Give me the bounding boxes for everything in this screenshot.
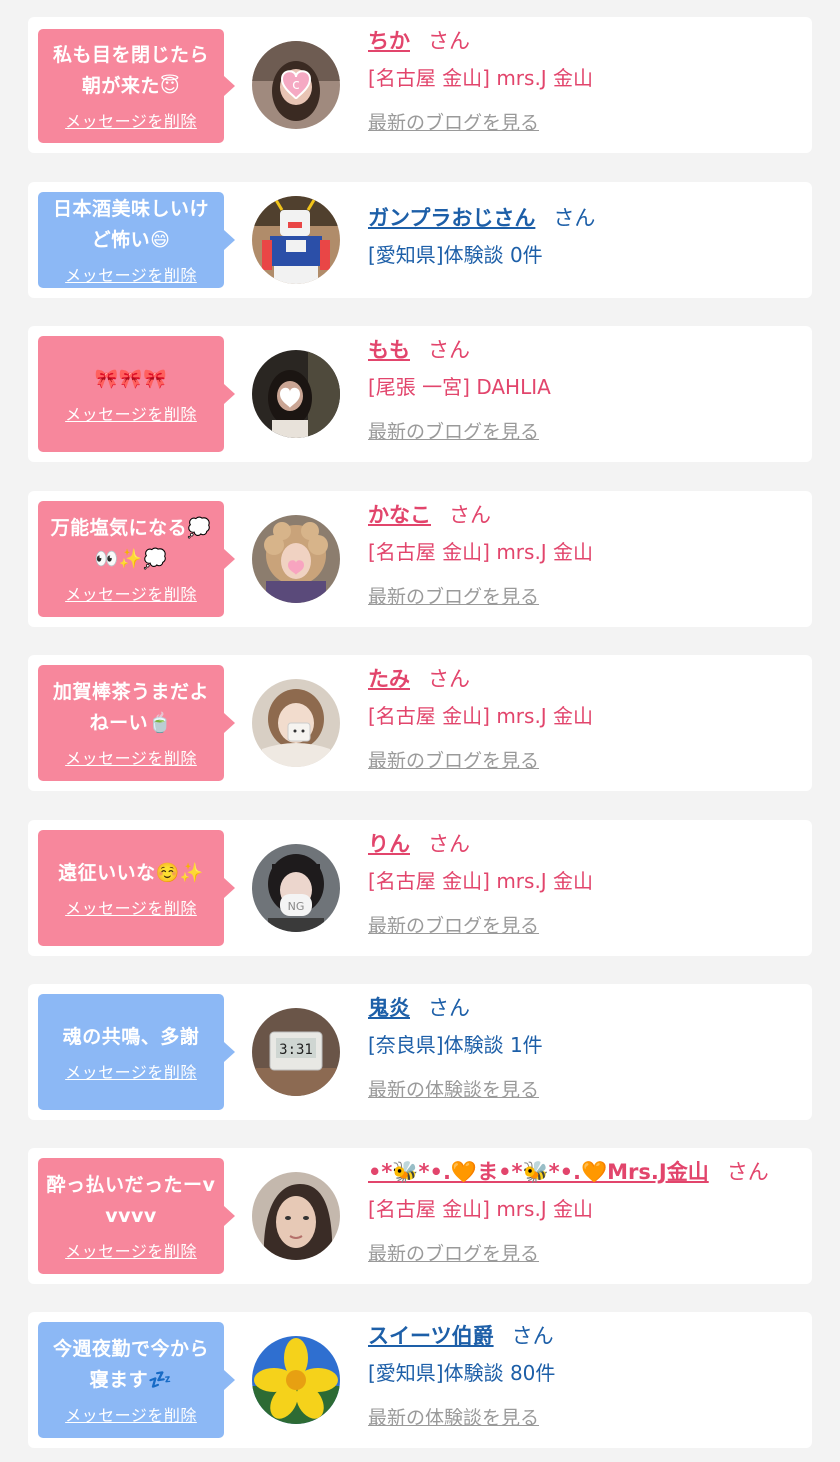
user-info: もも さん [尾張 一宮] DAHLIA 最新のブログを見る [368,336,802,445]
delete-message-button[interactable]: メッセージを削除 [65,581,197,605]
avatar[interactable]: c [252,41,340,129]
honorific: さん [553,206,596,230]
message-text: 🎀🎀🎀 [94,367,168,390]
message-text: 魂の共鳴、多謝 [62,1025,200,1048]
avatar[interactable] [252,679,340,767]
user-info: 鬼炎 さん [奈良県]体験談 1件 最新の体験談を見る [368,994,802,1103]
latest-link[interactable]: 最新のブログを見る [368,584,539,610]
honorific: さん [726,1160,769,1184]
user-name-link[interactable]: かなこ [368,503,431,527]
latest-link[interactable]: 最新のブログを見る [368,419,539,445]
user-name-link[interactable]: ちか [368,29,410,53]
message-card: 遠征いいな☺️✨ メッセージを削除 NG りん さん [名古屋 金山] mrs.J… [28,820,812,956]
message-card: 魂の共鳴、多謝 メッセージを削除 3:31 鬼炎 さん [奈良県]体験談 1件 最… [28,984,812,1120]
honorific: さん [428,996,470,1020]
shop-info: [愛知県]体験談 0件 [368,243,543,267]
honorific: さん [449,503,491,527]
user-name-link[interactable]: もも [368,338,410,362]
avatar[interactable] [252,1172,340,1260]
shop-info: [名古屋 金山] mrs.J 金山 [368,540,594,564]
avatar[interactable] [252,196,340,284]
avatar[interactable] [252,1336,340,1424]
message-text: 万能塩気になる💭👀✨💭 [50,517,212,570]
user-info: かなこ さん [名古屋 金山] mrs.J 金山 最新のブログを見る [368,501,802,610]
honorific: さん [428,667,470,691]
shop-info: [名古屋 金山] mrs.J 金山 [368,66,594,90]
user-info: •*🐝*•.🧡ま•*🐝*•.🧡Mrs.J金山 さん [名古屋 金山] mrs.J … [368,1158,802,1267]
message-card: 加賀棒茶うまだよねーい🍵 メッセージを削除 たみ さん [名古屋 金山] mrs.… [28,655,812,791]
user-info: たみ さん [名古屋 金山] mrs.J 金山 最新のブログを見る [368,665,802,774]
shop-info: [名古屋 金山] mrs.J 金山 [368,1197,594,1221]
shop-info: [名古屋 金山] mrs.J 金山 [368,704,594,728]
honorific: さん [428,338,470,362]
message-bubble: 万能塩気になる💭👀✨💭 メッセージを削除 [38,501,235,617]
svg-text:NG: NG [288,900,305,913]
delete-message-button[interactable]: メッセージを削除 [65,262,197,286]
user-name-link[interactable]: りん [368,832,410,856]
latest-link[interactable]: 最新の体験談を見る [368,1077,539,1103]
delete-message-button[interactable]: メッセージを削除 [65,1059,197,1083]
user-info: ちか さん [名古屋 金山] mrs.J 金山 最新のブログを見る [368,27,802,136]
message-bubble: 酔っ払いだったーvvvvv メッセージを削除 [38,1158,235,1274]
delete-message-button[interactable]: メッセージを削除 [65,108,197,132]
message-card: 酔っ払いだったーvvvvv メッセージを削除 •*🐝*•.🧡ま•*🐝*•.🧡Mr… [28,1148,812,1284]
avatar[interactable]: 3:31 [252,1008,340,1096]
honorific: さん [511,1324,554,1348]
user-info: ガンプラおじさん さん [愛知県]体験談 0件 [368,204,802,269]
latest-link[interactable]: 最新のブログを見る [368,110,539,136]
message-card: 万能塩気になる💭👀✨💭 メッセージを削除 かなこ さん [名古屋 金山] mrs.… [28,491,812,627]
message-card: 🎀🎀🎀 メッセージを削除 もも さん [尾張 一宮] DAHLIA 最新のブログを… [28,326,812,462]
message-card: 私も目を閉じたら朝が来た😇 メッセージを削除 c ちか さん [名古屋 金山] m… [28,17,812,153]
svg-text:c: c [292,77,300,93]
avatar[interactable] [252,350,340,438]
latest-link[interactable]: 最新のブログを見る [368,748,539,774]
honorific: さん [428,832,470,856]
message-text: 今週夜勤で今から寝ます💤 [52,1338,209,1391]
user-name-link[interactable]: •*🐝*•.🧡ま•*🐝*•.🧡Mrs.J金山 [368,1160,709,1184]
avatar[interactable] [252,515,340,603]
message-text: 日本酒美味しいけど怖い😄 [52,198,209,251]
shop-info: [奈良県]体験談 1件 [368,1033,543,1057]
shop-info: [尾張 一宮] DAHLIA [368,375,551,399]
latest-link[interactable]: 最新のブログを見る [368,913,539,939]
latest-link[interactable]: 最新のブログを見る [368,1241,539,1267]
delete-message-button[interactable]: メッセージを削除 [65,895,197,919]
delete-message-button[interactable]: メッセージを削除 [65,1238,197,1262]
message-bubble: 日本酒美味しいけど怖い😄 メッセージを削除 [38,192,235,288]
message-text: 加賀棒茶うまだよねーい🍵 [52,681,209,734]
user-name-link[interactable]: 鬼炎 [368,996,410,1020]
message-text: 私も目を閉じたら朝が来た😇 [52,44,209,97]
message-card: 今週夜勤で今から寝ます💤 メッセージを削除 スイーツ伯爵 さん [愛知県]体験談 … [28,1312,812,1448]
user-name-link[interactable]: たみ [368,667,410,691]
message-bubble: 魂の共鳴、多謝 メッセージを削除 [38,994,235,1110]
honorific: さん [428,29,470,53]
svg-text:3:31: 3:31 [279,1042,313,1058]
delete-message-button[interactable]: メッセージを削除 [65,401,197,425]
shop-info: [愛知県]体験談 80件 [368,1361,556,1385]
user-name-link[interactable]: スイーツ伯爵 [368,1324,494,1348]
message-text: 遠征いいな☺️✨ [58,861,204,884]
shop-info: [名古屋 金山] mrs.J 金山 [368,869,594,893]
message-bubble: 加賀棒茶うまだよねーい🍵 メッセージを削除 [38,665,235,781]
message-bubble: 遠征いいな☺️✨ メッセージを削除 [38,830,235,946]
message-bubble: 私も目を閉じたら朝が来た😇 メッセージを削除 [38,29,235,143]
user-info: スイーツ伯爵 さん [愛知県]体験談 80件 最新の体験談を見る [368,1322,802,1431]
message-bubble: 今週夜勤で今から寝ます💤 メッセージを削除 [38,1322,235,1438]
delete-message-button[interactable]: メッセージを削除 [65,1402,197,1426]
message-bubble: 🎀🎀🎀 メッセージを削除 [38,336,235,452]
avatar[interactable]: NG [252,844,340,932]
message-card: 日本酒美味しいけど怖い😄 メッセージを削除 ガンプラおじさん さん [愛知県]体験… [28,182,812,298]
user-name-link[interactable]: ガンプラおじさん [368,206,535,230]
message-text: 酔っ払いだったーvvvvv [46,1174,216,1227]
latest-link[interactable]: 最新の体験談を見る [368,1405,539,1431]
delete-message-button[interactable]: メッセージを削除 [65,745,197,769]
user-info: りん さん [名古屋 金山] mrs.J 金山 最新のブログを見る [368,830,802,939]
